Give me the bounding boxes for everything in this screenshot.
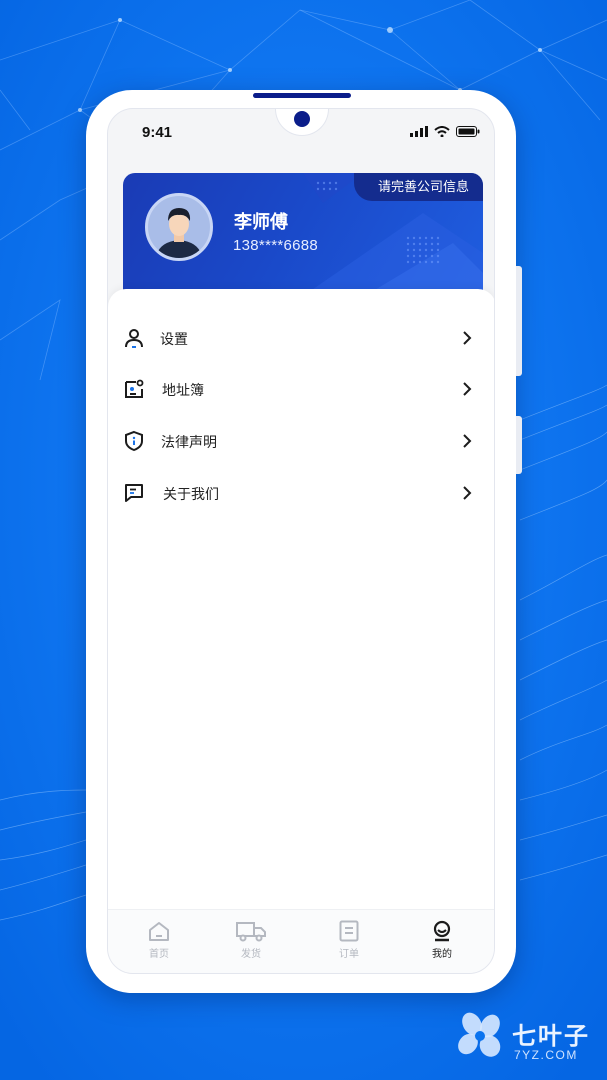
truck-icon [236, 922, 266, 942]
status-time: 9:41 [142, 124, 173, 141]
username: 李师傅 [234, 212, 288, 232]
tab-label: 首页 [149, 949, 169, 960]
menu-item-label: 关于我们 [163, 486, 219, 502]
status-bar: 9:41 [108, 109, 494, 145]
screen: 9:41 请完善公司信息 李师傅 138****6688 设置 地址簿 法律声明… [107, 108, 495, 974]
side-button [516, 416, 522, 474]
menu-item-about-us[interactable]: 关于我们 [108, 471, 494, 515]
complete-company-info-button[interactable]: 请完善公司信息 [353, 173, 483, 201]
watermark-subtext: 7YZ.COM [514, 1048, 578, 1062]
home-icon [149, 922, 169, 941]
menu-item-legal[interactable]: 法律声明 [108, 419, 494, 463]
tab-orders[interactable]: 订单 [319, 920, 379, 966]
signal-icon [410, 126, 428, 137]
tab-mine[interactable]: 我的 [412, 920, 472, 966]
leaf-logo-icon [458, 1012, 501, 1057]
profile-card[interactable]: 请完善公司信息 李师傅 138****6688 [123, 173, 483, 303]
avatar-person-icon [156, 208, 202, 258]
tab-label: 发货 [241, 949, 261, 960]
menu-item-label: 法律声明 [161, 434, 217, 450]
chat-icon [125, 484, 143, 502]
tab-ship[interactable]: 发货 [221, 920, 281, 966]
menu-item-address-book[interactable]: 地址簿 [108, 367, 494, 411]
tab-home[interactable]: 首页 [129, 920, 189, 966]
earpiece [253, 93, 351, 98]
battery-icon [456, 126, 480, 137]
tab-label: 订单 [339, 949, 359, 960]
side-button [516, 266, 522, 376]
chevron-right-icon [463, 434, 472, 448]
shield-info-icon [125, 430, 143, 452]
watermark-text: 七叶子 [512, 1023, 590, 1050]
avatar[interactable] [145, 193, 213, 261]
chevron-right-icon [463, 331, 472, 345]
menu-sheet: 设置 地址簿 法律声明 关于我们 [108, 289, 494, 909]
user-icon [125, 329, 143, 348]
tab-bar: 首页 发货 订单 我的 [108, 909, 494, 973]
chevron-right-icon [463, 382, 472, 396]
wifi-icon [434, 126, 450, 137]
user-phone-number: 138****6688 [233, 237, 319, 254]
menu-item-label: 设置 [160, 331, 188, 347]
order-icon [339, 920, 359, 942]
phone-frame: 9:41 请完善公司信息 李师傅 138****6688 设置 地址簿 法律声明… [86, 90, 522, 993]
menu-item-label: 地址簿 [162, 382, 204, 398]
chevron-right-icon [463, 486, 472, 500]
menu-item-settings[interactable]: 设置 [108, 316, 494, 360]
address-book-icon [125, 379, 144, 398]
profile-icon [433, 920, 451, 942]
tab-label: 我的 [432, 949, 452, 960]
watermark: 七叶子 7YZ.COM [452, 1008, 602, 1068]
status-icons [410, 126, 480, 137]
